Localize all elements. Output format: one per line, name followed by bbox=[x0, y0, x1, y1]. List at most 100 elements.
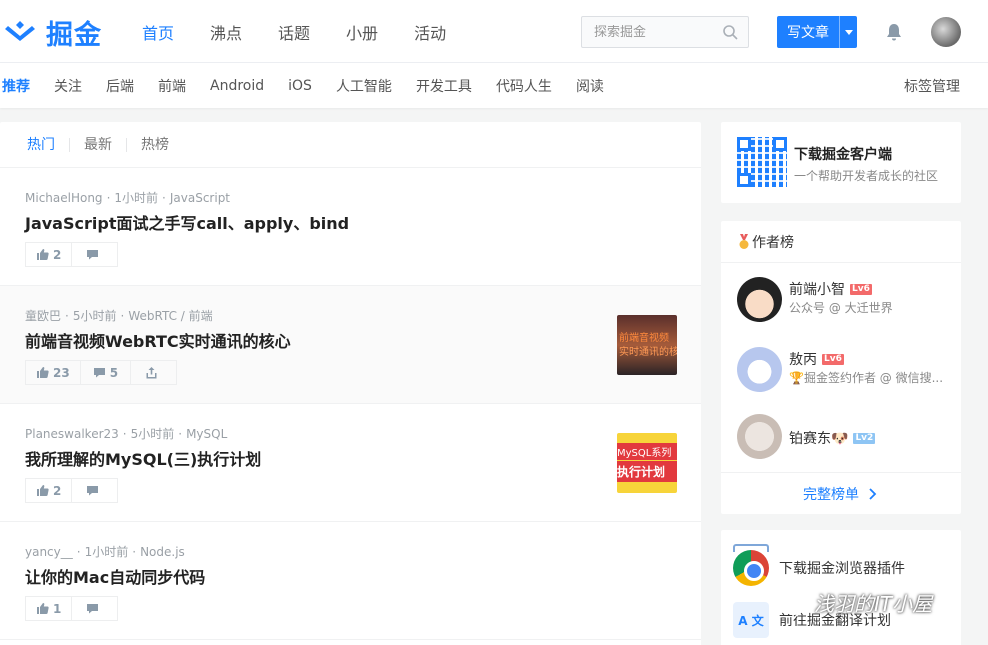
author-avatar[interactable] bbox=[737, 277, 782, 322]
share-icon bbox=[146, 367, 157, 379]
article-time: 1小时前 bbox=[114, 191, 159, 205]
author-item[interactable]: 前端小智 Lv6 公众号 @ 大迁世界 bbox=[721, 269, 961, 339]
write-article-button[interactable]: 写文章 bbox=[777, 16, 857, 48]
comment-button[interactable] bbox=[72, 478, 119, 503]
qr-code bbox=[737, 137, 787, 187]
tag-ai[interactable]: 人工智能 bbox=[336, 76, 392, 96]
like-button[interactable]: 2 bbox=[25, 242, 73, 267]
translate-icon: A 文 bbox=[733, 602, 769, 638]
article-title[interactable]: JavaScript面试之手写call、apply、bind bbox=[25, 210, 349, 234]
comment-button[interactable] bbox=[72, 242, 119, 267]
article-title[interactable]: 前端音视频WebRTC实时通讯的核心 bbox=[25, 328, 291, 352]
chevron-right-icon bbox=[869, 487, 877, 500]
article-tags[interactable]: Node.js bbox=[140, 545, 185, 559]
comment-icon bbox=[87, 604, 99, 614]
author-name[interactable]: 敖丙 bbox=[789, 349, 817, 369]
tag-following[interactable]: 关注 bbox=[54, 76, 82, 96]
juejin-logo-icon bbox=[5, 21, 35, 41]
tag-frontend[interactable]: 前端 bbox=[158, 76, 186, 96]
author-name[interactable]: 前端小智 bbox=[789, 279, 845, 299]
watermark: 浅羽的IT小屋 bbox=[770, 588, 932, 617]
browser-extension-label: 下载掘金浏览器插件 bbox=[779, 561, 905, 577]
comment-button[interactable]: 5 bbox=[80, 360, 132, 385]
article-title[interactable]: 我所理解的MySQL(三)执行计划 bbox=[25, 446, 261, 470]
author-name[interactable]: 铂赛东🐶 bbox=[789, 428, 848, 448]
article-thumbnail[interactable]: 前端音视频 实时通讯的核心 bbox=[617, 315, 677, 375]
meta-separator: · bbox=[122, 427, 127, 441]
thumbnail-caption: 实时通讯的核心 bbox=[619, 347, 677, 358]
like-count: 1 bbox=[53, 601, 62, 616]
article-meta: Planeswalker23 · 5小时前 · MySQL bbox=[25, 425, 227, 442]
like-button[interactable]: 2 bbox=[25, 478, 73, 503]
article-tags[interactable]: WebRTC / 前端 bbox=[128, 309, 212, 323]
write-dropdown-toggle[interactable] bbox=[840, 29, 857, 35]
tab-ranking[interactable]: 热榜 bbox=[127, 138, 183, 152]
logo[interactable]: 掘金 bbox=[2, 14, 102, 51]
share-button[interactable] bbox=[131, 360, 178, 385]
full-ranking-link[interactable]: 完整榜单 bbox=[721, 472, 961, 514]
write-article-label: 写文章 bbox=[787, 25, 829, 41]
meta-separator: · bbox=[65, 309, 69, 323]
article-author[interactable]: 童欧巴 bbox=[25, 309, 61, 323]
article-tags[interactable]: JavaScript bbox=[170, 191, 230, 205]
notification-bell-icon[interactable] bbox=[884, 22, 904, 42]
like-count: 2 bbox=[53, 483, 62, 498]
tag-backend[interactable]: 后端 bbox=[106, 76, 134, 96]
wechat-icon bbox=[771, 590, 805, 615]
thumbnail-caption: MySQL系列 bbox=[617, 443, 677, 460]
tag-recommended[interactable]: 推荐 bbox=[2, 76, 30, 96]
like-button[interactable]: 23 bbox=[25, 360, 81, 385]
author-avatar[interactable] bbox=[737, 347, 782, 392]
thumbnail-caption: 前端音视频 bbox=[619, 333, 669, 344]
article-author[interactable]: MichaelHong bbox=[25, 191, 103, 205]
medal-icon bbox=[739, 233, 749, 249]
download-app-card[interactable]: 下载掘金客户端 一个帮助开发者成长的社区 bbox=[721, 122, 961, 203]
search-input[interactable] bbox=[582, 24, 712, 40]
browser-extension-link[interactable]: 下载掘金浏览器插件 bbox=[733, 550, 905, 586]
download-title: 下载掘金客户端 bbox=[794, 147, 892, 163]
article-thumbnail[interactable]: MySQL系列 执行计划 bbox=[617, 433, 677, 493]
article-feed: 热门 最新 热榜 MichaelHong · 1小时前 · JavaScript Jav… bbox=[0, 122, 701, 645]
article-item[interactable]: yancy__ · 1小时前 · Node.js 让你的Mac自动同步代码 1 bbox=[0, 522, 701, 640]
author-avatar[interactable] bbox=[737, 414, 782, 459]
chrome-icon bbox=[733, 550, 769, 586]
tab-latest[interactable]: 最新 bbox=[70, 137, 127, 152]
author-name-row: 前端小智 Lv6 bbox=[789, 279, 872, 299]
nav-pins[interactable]: 沸点 bbox=[210, 20, 242, 44]
article-time: 5小时前 bbox=[72, 309, 117, 323]
author-ranking-card: 作者榜 前端小智 Lv6 公众号 @ 大迁世界 敖丙 Lv6 🏆掘金签约作者 @… bbox=[721, 221, 961, 514]
article-tags[interactable]: MySQL bbox=[186, 427, 227, 441]
tag-reading[interactable]: 阅读 bbox=[576, 76, 604, 96]
article-author[interactable]: yancy__ bbox=[25, 545, 73, 559]
nav-home[interactable]: 首页 bbox=[142, 20, 174, 44]
author-item[interactable]: 铂赛东🐶 Lv2 bbox=[721, 409, 961, 479]
author-item[interactable]: 敖丙 Lv6 🏆掘金签约作者 @ 微信搜... bbox=[721, 339, 961, 409]
article-item[interactable]: 童欧巴 · 5小时前 · WebRTC / 前端 前端音视频WebRTC实时通讯的核心 … bbox=[0, 286, 701, 404]
level-badge: Lv2 bbox=[853, 432, 876, 444]
article-item[interactable]: Planeswalker23 · 5小时前 · MySQL 我所理解的MySQL(三)执… bbox=[0, 404, 701, 522]
nav-books[interactable]: 小册 bbox=[346, 20, 378, 44]
article-title[interactable]: 让你的Mac自动同步代码 bbox=[25, 564, 205, 588]
like-button[interactable]: 1 bbox=[25, 596, 73, 621]
meta-separator: · bbox=[178, 427, 183, 441]
comment-count: 5 bbox=[109, 365, 119, 380]
tab-hot[interactable]: 热门 bbox=[27, 137, 70, 152]
article-author[interactable]: Planeswalker23 bbox=[25, 427, 119, 441]
user-avatar[interactable] bbox=[931, 17, 961, 47]
search-icon[interactable] bbox=[722, 24, 738, 40]
author-description: 🏆掘金签约作者 @ 微信搜... bbox=[789, 371, 944, 385]
caret-down-icon bbox=[844, 29, 853, 35]
nav-topics[interactable]: 话题 bbox=[278, 20, 310, 44]
like-count: 2 bbox=[53, 247, 62, 262]
comment-icon bbox=[93, 368, 105, 378]
tag-manage-link[interactable]: 标签管理 bbox=[904, 76, 960, 96]
tag-dev-tools[interactable]: 开发工具 bbox=[416, 76, 472, 96]
top-header: 掘金 首页 沸点 话题 小册 活动 写文章 bbox=[0, 0, 988, 63]
article-item[interactable]: MichaelHong · 1小时前 · JavaScript JavaScript面试… bbox=[0, 168, 701, 286]
tag-android[interactable]: Android bbox=[210, 78, 264, 94]
nav-events[interactable]: 活动 bbox=[414, 20, 446, 44]
tag-code-life[interactable]: 代码人生 bbox=[496, 76, 552, 96]
comment-button[interactable] bbox=[72, 596, 119, 621]
tag-ios[interactable]: iOS bbox=[288, 78, 312, 94]
article-actions: 1 bbox=[25, 596, 119, 621]
